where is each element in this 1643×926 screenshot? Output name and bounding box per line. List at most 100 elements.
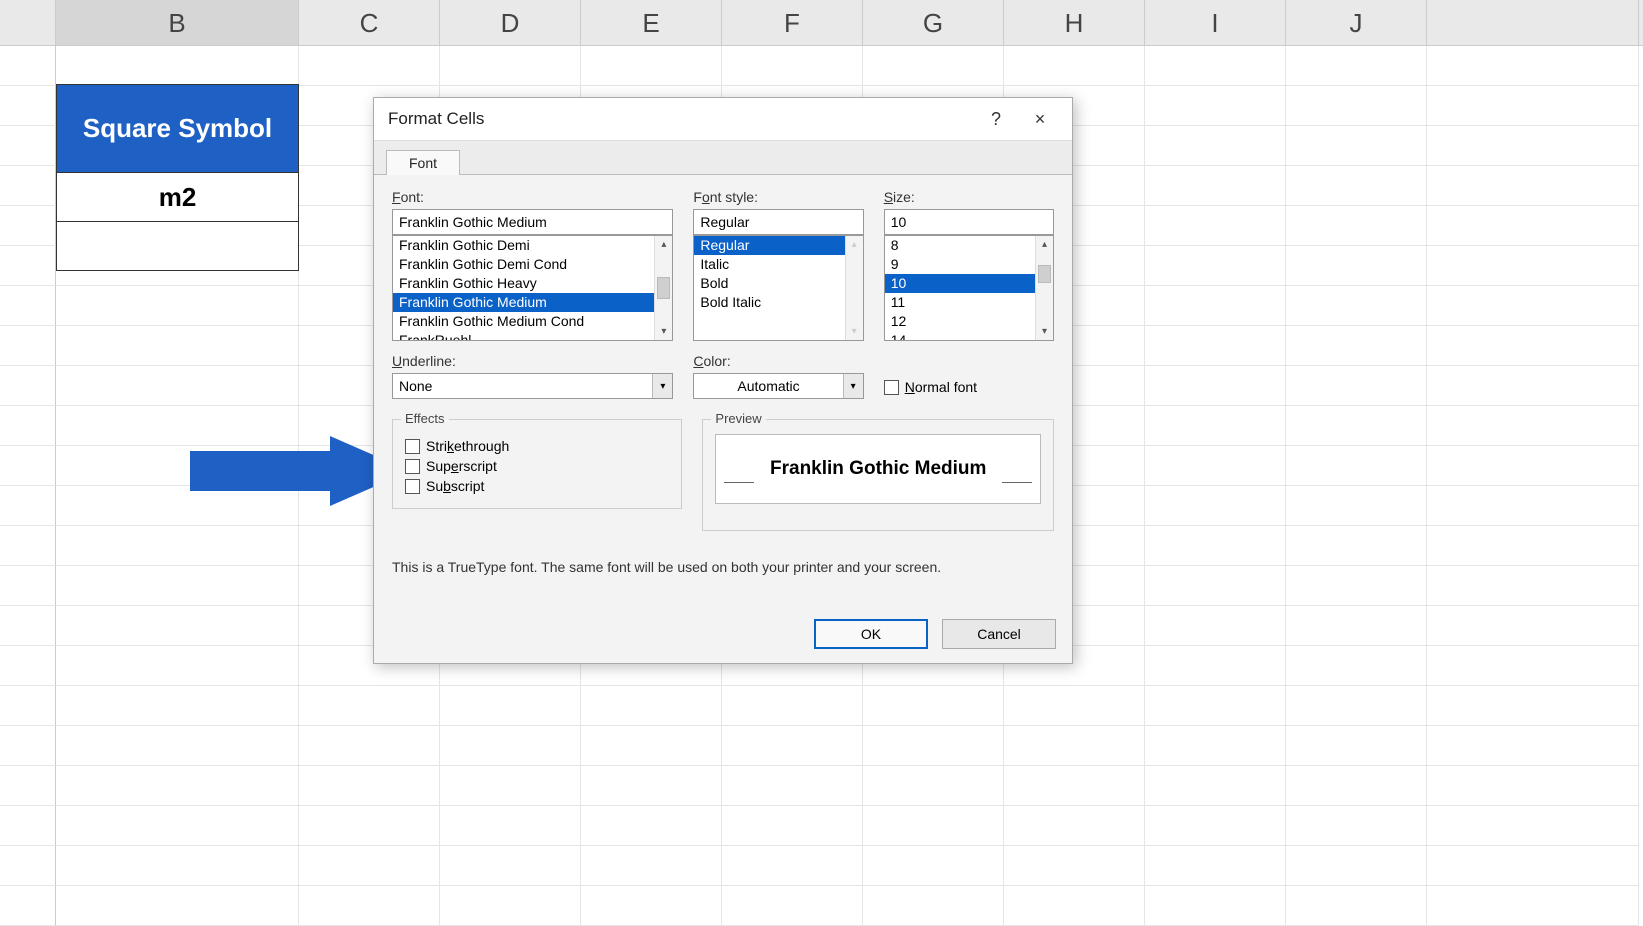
cell[interactable]: [1427, 326, 1639, 366]
cell[interactable]: [1004, 46, 1145, 86]
cell[interactable]: [1145, 446, 1286, 486]
cell[interactable]: [1004, 766, 1145, 806]
cell[interactable]: [1145, 686, 1286, 726]
cell[interactable]: [440, 46, 581, 86]
cell[interactable]: [1286, 446, 1427, 486]
cell[interactable]: [1427, 766, 1639, 806]
col-head-f[interactable]: F: [722, 0, 863, 45]
subscript-checkbox[interactable]: Subscript: [405, 478, 669, 494]
scroll-up-icon[interactable]: ▴: [1036, 236, 1053, 253]
cell[interactable]: [1286, 646, 1427, 686]
cell[interactable]: [1286, 486, 1427, 526]
cell[interactable]: [299, 726, 440, 766]
scroll-down-icon[interactable]: ▾: [1036, 323, 1053, 340]
cell[interactable]: [863, 46, 1004, 86]
list-item[interactable]: 10: [885, 274, 1035, 293]
cell[interactable]: [56, 806, 299, 846]
cell[interactable]: [1145, 646, 1286, 686]
cell[interactable]: [1427, 726, 1639, 766]
cell[interactable]: [1427, 126, 1639, 166]
cell[interactable]: [1145, 766, 1286, 806]
cell[interactable]: [1286, 806, 1427, 846]
chevron-down-icon[interactable]: ▾: [843, 374, 863, 398]
cell[interactable]: [440, 846, 581, 886]
list-item[interactable]: Franklin Gothic Medium: [393, 293, 654, 312]
cell[interactable]: [1145, 486, 1286, 526]
cell[interactable]: [1427, 646, 1639, 686]
cell[interactable]: [440, 806, 581, 846]
size-list[interactable]: 8910111214 ▴ ▾: [884, 235, 1054, 341]
cell[interactable]: [863, 846, 1004, 886]
cell[interactable]: [1286, 526, 1427, 566]
list-item[interactable]: 9: [885, 255, 1035, 274]
cell[interactable]: [440, 726, 581, 766]
cell[interactable]: [1427, 286, 1639, 326]
cell[interactable]: [1286, 406, 1427, 446]
ok-button[interactable]: OK: [814, 619, 928, 649]
strikethrough-checkbox[interactable]: Strikethrough: [405, 438, 669, 454]
cell[interactable]: [863, 886, 1004, 926]
cell[interactable]: [1427, 366, 1639, 406]
cell[interactable]: [1145, 126, 1286, 166]
cell[interactable]: [1427, 806, 1639, 846]
cell[interactable]: [1145, 846, 1286, 886]
cell[interactable]: [581, 846, 722, 886]
cell[interactable]: [1427, 166, 1639, 206]
cell[interactable]: [722, 766, 863, 806]
list-item[interactable]: Franklin Gothic Demi: [393, 236, 654, 255]
cell[interactable]: [581, 686, 722, 726]
cell[interactable]: [440, 886, 581, 926]
cell[interactable]: [1427, 246, 1639, 286]
cell[interactable]: [1145, 206, 1286, 246]
cell[interactable]: [56, 286, 299, 326]
list-item[interactable]: Franklin Gothic Demi Cond: [393, 255, 654, 274]
cell[interactable]: [56, 686, 299, 726]
cell[interactable]: [56, 886, 299, 926]
cell[interactable]: [1004, 846, 1145, 886]
scroll-up-icon[interactable]: ▴: [655, 236, 672, 253]
list-item[interactable]: Franklin Gothic Heavy: [393, 274, 654, 293]
cell[interactable]: [1145, 806, 1286, 846]
list-item[interactable]: 12: [885, 312, 1035, 331]
cell[interactable]: [299, 686, 440, 726]
list-item[interactable]: Italic: [694, 255, 844, 274]
list-item[interactable]: 11: [885, 293, 1035, 312]
cell[interactable]: [1145, 86, 1286, 126]
cell[interactable]: [863, 766, 1004, 806]
cell[interactable]: [1286, 166, 1427, 206]
help-button[interactable]: ?: [974, 98, 1018, 140]
cell[interactable]: [1145, 166, 1286, 206]
list-item[interactable]: 14: [885, 331, 1035, 340]
cell[interactable]: [1004, 726, 1145, 766]
cell[interactable]: [1427, 406, 1639, 446]
chevron-down-icon[interactable]: ▾: [652, 374, 672, 398]
cell[interactable]: [56, 566, 299, 606]
cell[interactable]: [1145, 46, 1286, 86]
cell[interactable]: [722, 886, 863, 926]
font-scrollbar[interactable]: ▴ ▾: [654, 236, 672, 340]
cell[interactable]: [1427, 486, 1639, 526]
cell[interactable]: [581, 726, 722, 766]
cell[interactable]: [1286, 846, 1427, 886]
cell[interactable]: [1286, 46, 1427, 86]
cell[interactable]: [56, 46, 299, 86]
list-item[interactable]: 8: [885, 236, 1035, 255]
cell[interactable]: [863, 726, 1004, 766]
size-scrollbar[interactable]: ▴ ▾: [1035, 236, 1053, 340]
cell[interactable]: [1427, 446, 1639, 486]
cell[interactable]: [56, 766, 299, 806]
cell[interactable]: [1004, 886, 1145, 926]
underline-dropdown[interactable]: None ▾: [392, 373, 673, 399]
font-style-input[interactable]: Regular: [693, 209, 863, 235]
cell[interactable]: [1286, 766, 1427, 806]
size-input[interactable]: 10: [884, 209, 1054, 235]
cell[interactable]: [440, 686, 581, 726]
cell[interactable]: [1145, 406, 1286, 446]
close-button[interactable]: ×: [1018, 98, 1062, 140]
cell[interactable]: [1004, 686, 1145, 726]
scroll-up-icon[interactable]: ▴: [846, 236, 863, 253]
cell[interactable]: [1286, 206, 1427, 246]
list-item[interactable]: Franklin Gothic Medium Cond: [393, 312, 654, 331]
cell[interactable]: [56, 366, 299, 406]
cell[interactable]: [1145, 326, 1286, 366]
